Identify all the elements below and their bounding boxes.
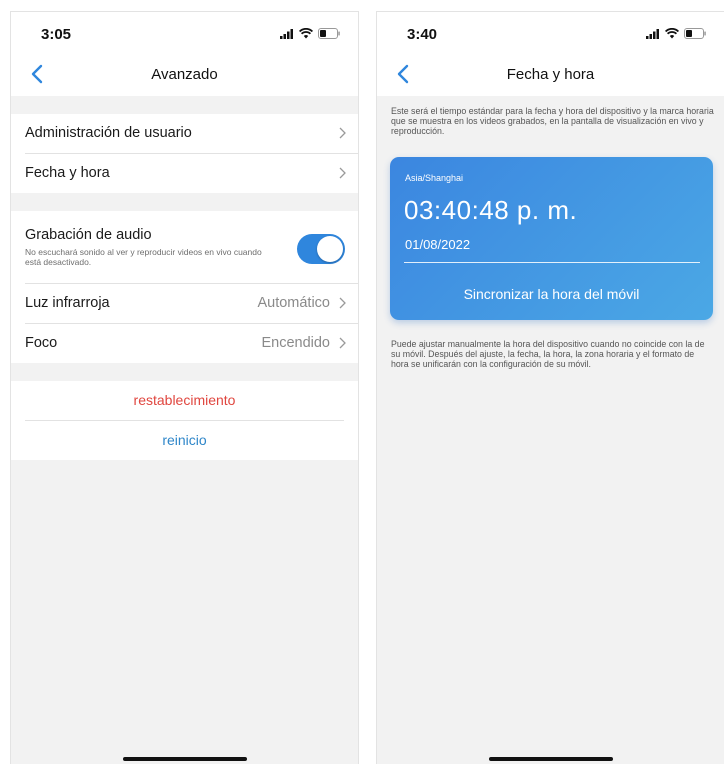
date-time-row[interactable]: Fecha y hora xyxy=(25,154,358,193)
row-label: Administración de usuario xyxy=(25,125,192,141)
device-date: 01/08/2022 xyxy=(405,237,471,252)
status-bar: 3:40 xyxy=(377,12,724,54)
chevron-right-icon xyxy=(339,127,346,139)
wifi-icon xyxy=(299,28,313,39)
audio-recording-row: Grabación de audio No escuchará sonido a… xyxy=(25,211,358,284)
device-time-card: Asia/Shanghai 03:40:48 p. m. 01/08/2022 … xyxy=(390,157,713,320)
status-bar: 3:05 xyxy=(11,12,358,54)
nav-bar: Fecha y hora xyxy=(377,54,724,96)
battery-icon xyxy=(684,28,706,39)
manual-adjust-note: Puede ajustar manualmente la hora del di… xyxy=(391,339,705,369)
home-indicator xyxy=(488,757,613,761)
settings-group-1: Administración de usuario Fecha y hora xyxy=(11,114,358,193)
settings-group-2: Grabación de audio No escuchará sonido a… xyxy=(11,211,358,363)
page-title: Avanzado xyxy=(151,66,218,83)
row-value: Encendido xyxy=(261,335,330,351)
timezone-label: Asia/Shanghai xyxy=(405,173,464,183)
device-clock: 03:40:48 p. m. xyxy=(404,195,578,225)
audio-recording-toggle[interactable] xyxy=(297,234,345,264)
actions-group: restablecimiento reinicio xyxy=(11,381,358,460)
status-time: 3:05 xyxy=(41,26,72,43)
page-title: Fecha y hora xyxy=(506,66,595,83)
chevron-right-icon xyxy=(339,297,346,309)
status-icons xyxy=(646,28,706,39)
signal-icon xyxy=(646,28,659,39)
advanced-settings-screen: 3:05 Avanzado Administración de usuario … xyxy=(10,11,359,764)
chevron-right-icon xyxy=(339,337,346,349)
toggle-knob xyxy=(317,236,343,262)
status-time: 3:40 xyxy=(407,26,438,43)
audio-description: No escuchará sonido al ver y reproducir … xyxy=(25,247,262,267)
restart-button[interactable]: reinicio xyxy=(25,421,344,460)
row-label: Grabación de audio xyxy=(25,227,152,243)
signal-icon xyxy=(280,28,293,39)
row-value: Automático xyxy=(257,295,330,311)
reset-button[interactable]: restablecimiento xyxy=(25,381,344,421)
row-label: Fecha y hora xyxy=(25,165,110,181)
nav-bar: Avanzado xyxy=(11,54,358,96)
standard-time-notice: Este será el tiempo estándar para la fec… xyxy=(391,106,714,136)
row-label: Foco xyxy=(25,335,58,351)
date-time-screen: 3:40 Fecha y hora Este será el tiempo es… xyxy=(376,11,724,764)
battery-icon xyxy=(318,28,340,39)
infrared-row[interactable]: Luz infrarroja Automático xyxy=(25,284,358,324)
focus-row[interactable]: Foco Encendido xyxy=(25,324,358,363)
home-indicator xyxy=(122,757,247,761)
status-icons xyxy=(280,28,340,39)
sync-phone-time-button[interactable]: Sincronizar la hora del móvil xyxy=(390,286,713,302)
user-management-row[interactable]: Administración de usuario xyxy=(25,114,358,154)
wifi-icon xyxy=(665,28,679,39)
row-label: Luz infrarroja xyxy=(25,295,110,311)
card-divider xyxy=(404,262,700,263)
chevron-right-icon xyxy=(339,167,346,179)
